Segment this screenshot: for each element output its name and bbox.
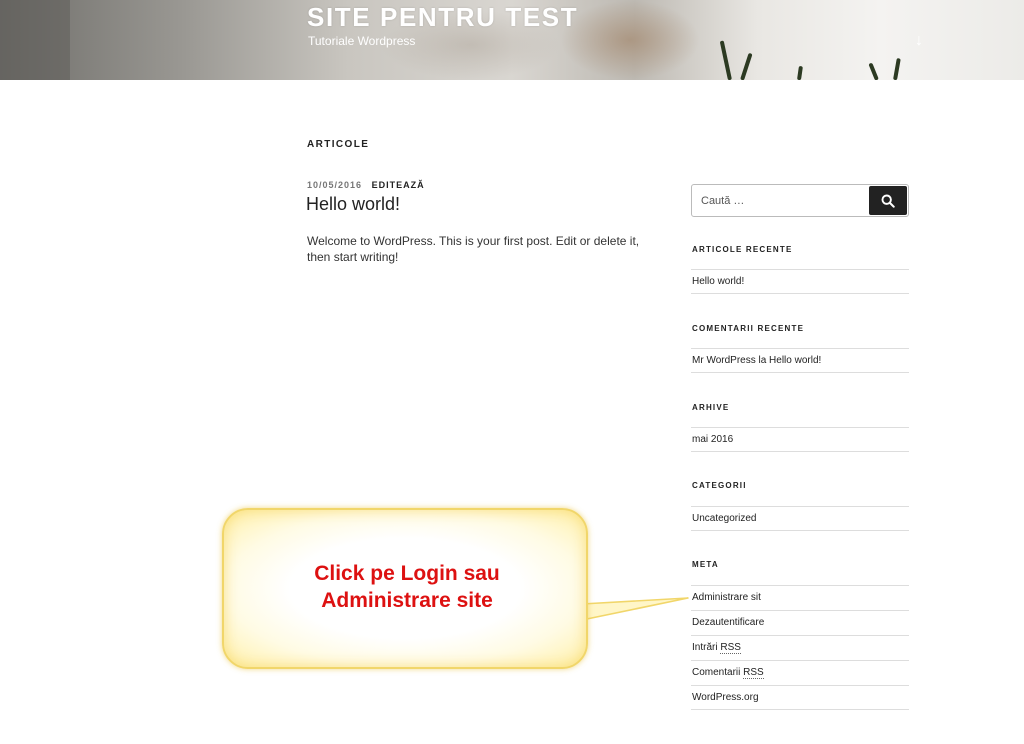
- header-image-blur: [560, 0, 700, 80]
- archives-list: mai 2016: [691, 427, 909, 452]
- plant-leaf: [719, 40, 732, 80]
- callout-bubble: Click pe Login sau Administrare site: [222, 508, 588, 669]
- search-form: [691, 184, 909, 217]
- wordpress-org-link[interactable]: WordPress.org: [692, 692, 759, 703]
- post-meta: 10/05/2016 EDITEAZĂ: [307, 180, 425, 190]
- search-icon: [881, 194, 895, 208]
- recent-posts-list: Hello world!: [691, 269, 909, 294]
- rss-abbr: RSS: [743, 667, 764, 679]
- rss-abbr: RSS: [720, 642, 741, 654]
- list-item: Uncategorized: [691, 506, 909, 531]
- list-item: Mr WordPress la Hello world!: [691, 348, 909, 373]
- header-image-shade: [0, 0, 70, 80]
- archive-link[interactable]: mai 2016: [692, 434, 733, 445]
- site-header: SITE PENTRU TEST Tutoriale Wordpress ↓: [0, 0, 1024, 80]
- list-item: Intrări RSS: [691, 635, 909, 660]
- list-item: Administrare sit: [691, 585, 909, 610]
- logout-link[interactable]: Dezautentificare: [692, 617, 764, 628]
- site-title[interactable]: SITE PENTRU TEST: [307, 2, 578, 33]
- callout-line: Administrare site: [321, 589, 493, 612]
- callout-pointer: [581, 597, 689, 621]
- edit-post-link[interactable]: EDITEAZĂ: [372, 180, 425, 190]
- plant-leaf: [740, 52, 753, 80]
- arrow-down-icon[interactable]: ↓: [915, 32, 923, 50]
- callout-text: Click pe Login sau Administrare site: [224, 560, 590, 614]
- list-item: Hello world!: [691, 269, 909, 294]
- post-excerpt: Welcome to WordPress. This is your first…: [307, 234, 640, 264]
- recent-comments-list: Mr WordPress la Hello world!: [691, 348, 909, 373]
- page-title: ARTICOLE: [307, 139, 370, 150]
- entries-rss-label: Intrări: [692, 642, 721, 653]
- widget-title-meta: META: [692, 560, 719, 569]
- site-admin-link[interactable]: Administrare sit: [692, 592, 761, 603]
- widget-title-categories: CATEGORII: [692, 481, 747, 490]
- categories-list: Uncategorized: [691, 506, 909, 531]
- widget-title-recent-posts: ARTICOLE RECENTE: [692, 245, 793, 254]
- search-input[interactable]: [692, 185, 870, 216]
- post-date[interactable]: 10/05/2016: [307, 180, 362, 190]
- site-description: Tutoriale Wordpress: [308, 34, 416, 48]
- list-item: Dezautentificare: [691, 610, 909, 635]
- list-item: Comentarii RSS: [691, 660, 909, 685]
- entries-rss-link[interactable]: Intrări RSS: [692, 642, 741, 654]
- plant-leaf: [868, 62, 879, 80]
- comments-rss-link[interactable]: Comentarii RSS: [692, 667, 764, 679]
- category-link[interactable]: Uncategorized: [692, 513, 756, 524]
- list-item: WordPress.org: [691, 685, 909, 710]
- plant-leaf: [893, 57, 901, 80]
- recent-post-link[interactable]: Hello world!: [692, 276, 744, 287]
- comments-rss-label: Comentarii: [692, 667, 744, 678]
- widget-title-archives: ARHIVE: [692, 403, 730, 412]
- meta-list: Administrare sit Dezautentificare Intrăr…: [691, 585, 909, 710]
- callout-line: Click pe Login sau: [314, 562, 500, 585]
- post-title[interactable]: Hello world!: [306, 194, 400, 215]
- recent-comment-link[interactable]: Mr WordPress la Hello world!: [692, 355, 821, 366]
- list-item: mai 2016: [691, 427, 909, 452]
- widget-title-recent-comments: COMENTARII RECENTE: [692, 324, 805, 333]
- search-button[interactable]: [869, 186, 907, 215]
- plant-leaf: [797, 65, 803, 80]
